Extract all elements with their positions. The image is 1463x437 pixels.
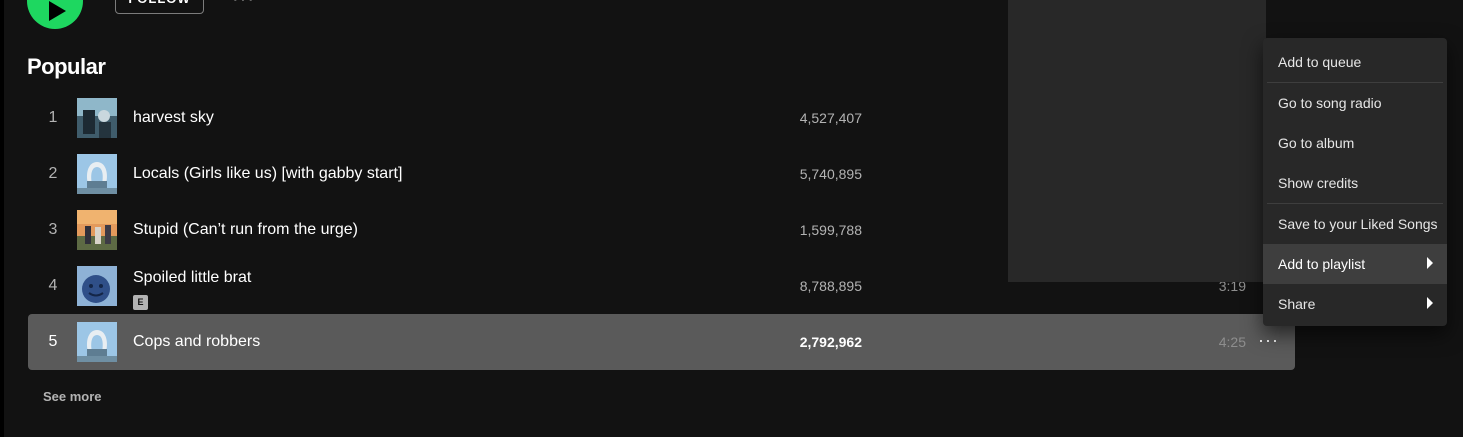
chevron-right-icon (1427, 297, 1433, 309)
play-icon (49, 1, 66, 21)
menu-item-share[interactable]: Share (1263, 284, 1447, 324)
track-duration: 4:25 (1218, 334, 1246, 350)
album-cover[interactable] (77, 266, 117, 306)
menu-item-add-to-playlist[interactable]: Add to playlist (1263, 244, 1447, 284)
track-title[interactable]: Cops and robbers (133, 314, 260, 370)
menu-item-add-to-queue[interactable]: Add to queue (1263, 42, 1447, 82)
see-more-button[interactable]: See more (43, 389, 102, 404)
menu-item-go-to-album[interactable]: Go to album (1263, 123, 1447, 163)
album-cover[interactable] (77, 210, 117, 250)
window-edge (0, 0, 4, 437)
play-count: 8,788,895 (799, 278, 862, 294)
track-title[interactable]: Locals (Girls like us) [with gabby start… (133, 146, 402, 202)
track-number: 5 (48, 333, 58, 350)
track-number: 3 (48, 221, 58, 238)
explicit-badge: E (133, 295, 148, 310)
menu-item-label: Share (1278, 296, 1316, 312)
track-title[interactable]: harvest sky (133, 90, 214, 146)
album-cover[interactable] (77, 322, 117, 362)
play-button[interactable] (27, 0, 83, 29)
play-count: 5,740,895 (799, 166, 862, 182)
overlay-panel (1008, 0, 1266, 282)
follow-button[interactable]: FOLLOW (115, 0, 204, 14)
track-title[interactable]: Stupid (Can’t run from the urge) (133, 202, 358, 258)
track-number: 4 (48, 277, 58, 294)
track-title[interactable]: Spoiled little brat (133, 269, 251, 287)
chevron-right-icon (1427, 257, 1433, 269)
track-number: 2 (48, 165, 58, 182)
section-title-popular: Popular (27, 54, 106, 79)
menu-item-go-to-song-radio[interactable]: Go to song radio (1263, 83, 1447, 123)
play-count: 4,527,407 (799, 110, 862, 126)
track-number: 1 (48, 109, 58, 126)
album-cover[interactable] (77, 154, 117, 194)
play-count: 2,792,962 (799, 334, 862, 350)
track-row-selected[interactable]: 5 Cops and robbers 2,792,962 4:25 ··· (28, 314, 1295, 370)
menu-item-show-credits[interactable]: Show credits (1263, 163, 1447, 203)
more-options-icon[interactable]: ··· (232, 0, 255, 11)
menu-item-save-to-liked-songs[interactable]: Save to your Liked Songs (1263, 204, 1447, 244)
album-cover[interactable] (77, 98, 117, 138)
play-count: 1,599,788 (799, 222, 862, 238)
menu-item-label: Add to playlist (1278, 256, 1366, 272)
context-menu: Add to queue Go to song radio Go to albu… (1263, 38, 1447, 326)
